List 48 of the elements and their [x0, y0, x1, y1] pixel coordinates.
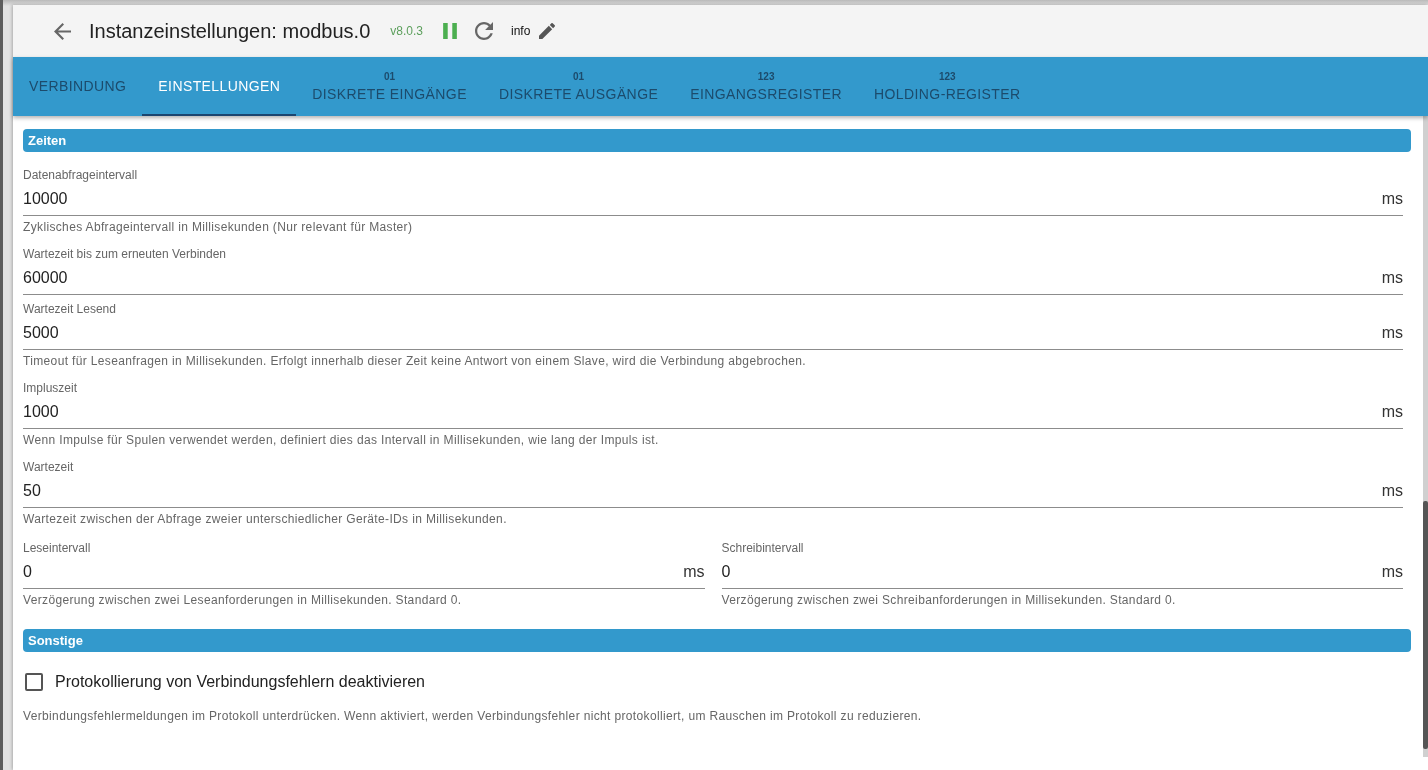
helper-text: Wenn Impulse für Spulen verwendet werden, definiert dies das Intervall in Millisekunden, wie lang der Impuls ist. — [23, 433, 660, 449]
digits-icon: 01 — [384, 70, 396, 83]
unit-label: ms — [683, 563, 705, 581]
unit-label: ms — [1381, 403, 1403, 421]
scrollbar-thumb[interactable] — [1423, 501, 1428, 749]
unit-label: ms — [1381, 563, 1403, 581]
digits-icon: 123 — [757, 70, 775, 83]
field-label: Wartezeit bis zum erneuten Verbinden — [23, 246, 227, 262]
unit-label: ms — [1381, 190, 1403, 208]
pause-button[interactable] — [443, 23, 457, 39]
helper-text: Wartezeit zwischen der Abfrage zweier unterschiedlicher Geräte-IDs in Millisekunden. — [23, 512, 508, 528]
info-text: info — [511, 24, 531, 38]
page-title: Instanzeinstellungen: modbus.0 — [89, 19, 371, 43]
field-label: Wartezeit Lesend — [23, 301, 117, 317]
field-label: Impluszeit — [23, 380, 79, 396]
digits-icon: 123 — [938, 70, 956, 83]
checkbox[interactable] — [25, 673, 43, 691]
number-field[interactable]: 0 ms — [23, 556, 705, 589]
version-label: v8.0.3 — [390, 24, 423, 38]
number-field[interactable]: 0 ms — [721, 556, 1403, 589]
refresh-button[interactable] — [475, 22, 493, 40]
field-label: Datenabfrageintervall — [23, 167, 139, 183]
field-label: Schreibintervall — [721, 540, 805, 556]
back-button[interactable] — [52, 21, 72, 41]
section-header: Sonstige — [23, 629, 1411, 652]
edit-button[interactable] — [539, 23, 556, 39]
number-field[interactable]: 50 ms — [23, 475, 1403, 508]
refresh-icon — [475, 22, 493, 40]
pencil-icon — [539, 23, 556, 39]
back-arrow-icon — [53, 22, 71, 40]
field-label: Wartezeit — [23, 459, 75, 475]
number-field[interactable]: 10000 ms — [23, 183, 1403, 216]
helper-text: Verzögerung zwischen zwei Schreibanforderungen in Millisekunden. Standard 0. — [721, 593, 1177, 609]
section-header: Zeiten — [23, 129, 1411, 152]
unit-label: ms — [1381, 269, 1403, 287]
number-field[interactable]: 1000 ms — [23, 396, 1403, 429]
checkbox-label: Protokollierung von Verbindungsfehlern deaktivieren — [55, 673, 425, 691]
number-field[interactable]: 60000 ms — [23, 262, 1403, 295]
helper-text: Timeout für Leseanfragen in Millisekunden. Erfolgt innerhalb dieser Zeit keine Antwort von einem Slave, wird die Verbindung abgebrochen. — [23, 354, 807, 370]
helper-text: Verbindungsfehlermeldungen im Protokoll unterdrücken. Wenn aktiviert, werden Verbindungsfehler nicht protokolliert, um Rauschen im Protokoll zu reduzieren. — [23, 709, 923, 724]
helper-text: Verzögerung zwischen zwei Leseanforderungen in Millisekunden. Standard 0. — [23, 593, 463, 609]
pause-icon — [443, 23, 457, 39]
helper-text: Zyklisches Abfrageintervall in Millisekunden (Nur relevant für Master) — [23, 220, 414, 236]
digits-icon: 01 — [572, 70, 585, 83]
unit-label: ms — [1381, 324, 1403, 342]
number-field[interactable]: 5000 ms — [23, 317, 1403, 350]
field-label: Leseintervall — [23, 540, 92, 556]
unit-label: ms — [1381, 482, 1403, 500]
